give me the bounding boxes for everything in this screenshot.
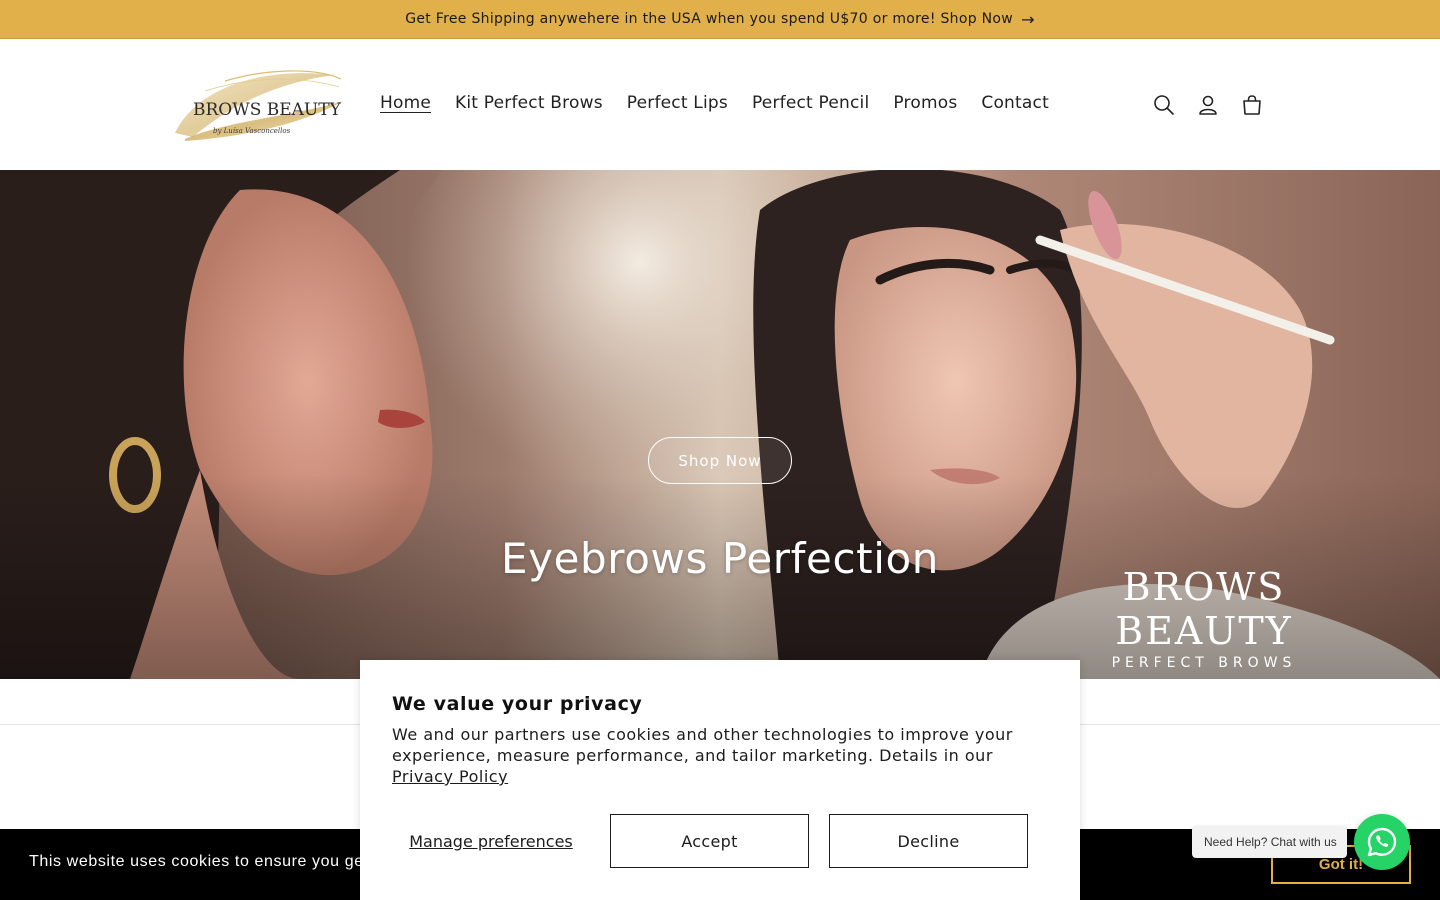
hero-brand-line2: PERFECT BROWS	[1111, 655, 1297, 671]
shop-now-button[interactable]: Shop Now	[648, 437, 792, 484]
arrow-right-icon: →	[1021, 9, 1035, 29]
nav-perfect-pencil[interactable]: Perfect Pencil	[740, 87, 881, 119]
decline-button[interactable]: Decline	[829, 814, 1028, 868]
whatsapp-chat-button[interactable]	[1354, 814, 1410, 870]
main-nav: Home Kit Perfect Brows Perfect Lips Perf…	[368, 87, 1061, 119]
nav-home[interactable]: Home	[368, 87, 443, 119]
cart-icon[interactable]	[1230, 83, 1274, 127]
whatsapp-icon	[1367, 827, 1397, 857]
nav-promos[interactable]: Promos	[881, 87, 969, 119]
privacy-body-text: We and our partners use cookies and othe…	[392, 725, 1013, 765]
site-header: BROWS BEAUTY by Luísa Vasconcellos Home …	[0, 39, 1440, 170]
nav-kit-perfect-brows[interactable]: Kit Perfect Brows	[443, 87, 615, 119]
manage-preferences-button[interactable]: Manage preferences	[392, 814, 590, 868]
accept-button[interactable]: Accept	[610, 814, 809, 868]
announcement-bar[interactable]: Get Free Shipping anywehere in the USA w…	[0, 0, 1440, 39]
privacy-title: We value your privacy	[392, 693, 643, 715]
account-icon[interactable]	[1186, 83, 1230, 127]
search-icon[interactable]	[1142, 83, 1186, 127]
header-icons	[1142, 83, 1274, 127]
whatsapp-tooltip[interactable]: Need Help? Chat with us	[1192, 826, 1347, 858]
brand-logo[interactable]: BROWS BEAUTY by Luísa Vasconcellos	[165, 61, 347, 151]
nav-contact[interactable]: Contact	[969, 87, 1061, 119]
logo-tagline: by Luísa Vasconcellos	[213, 127, 291, 135]
cookie-bar-text: This website uses cookies to ensure you …	[29, 853, 364, 870]
logo-graphic: BROWS BEAUTY by Luísa Vasconcellos	[175, 70, 343, 141]
privacy-policy-link[interactable]: Privacy Policy	[392, 767, 508, 786]
announcement-text[interactable]: Get Free Shipping anywehere in the USA w…	[405, 11, 1013, 27]
privacy-dialog: We value your privacy We and our partner…	[360, 660, 1080, 900]
nav-perfect-lips[interactable]: Perfect Lips	[615, 87, 740, 119]
privacy-body: We and our partners use cookies and othe…	[392, 724, 1048, 787]
hero-brand-line1: BROWS BEAUTY	[1115, 565, 1293, 653]
logo-brand-text: BROWS BEAUTY	[193, 100, 342, 120]
hero-brand-watermark: BROWS BEAUTY PERFECT BROWS	[1030, 565, 1378, 671]
